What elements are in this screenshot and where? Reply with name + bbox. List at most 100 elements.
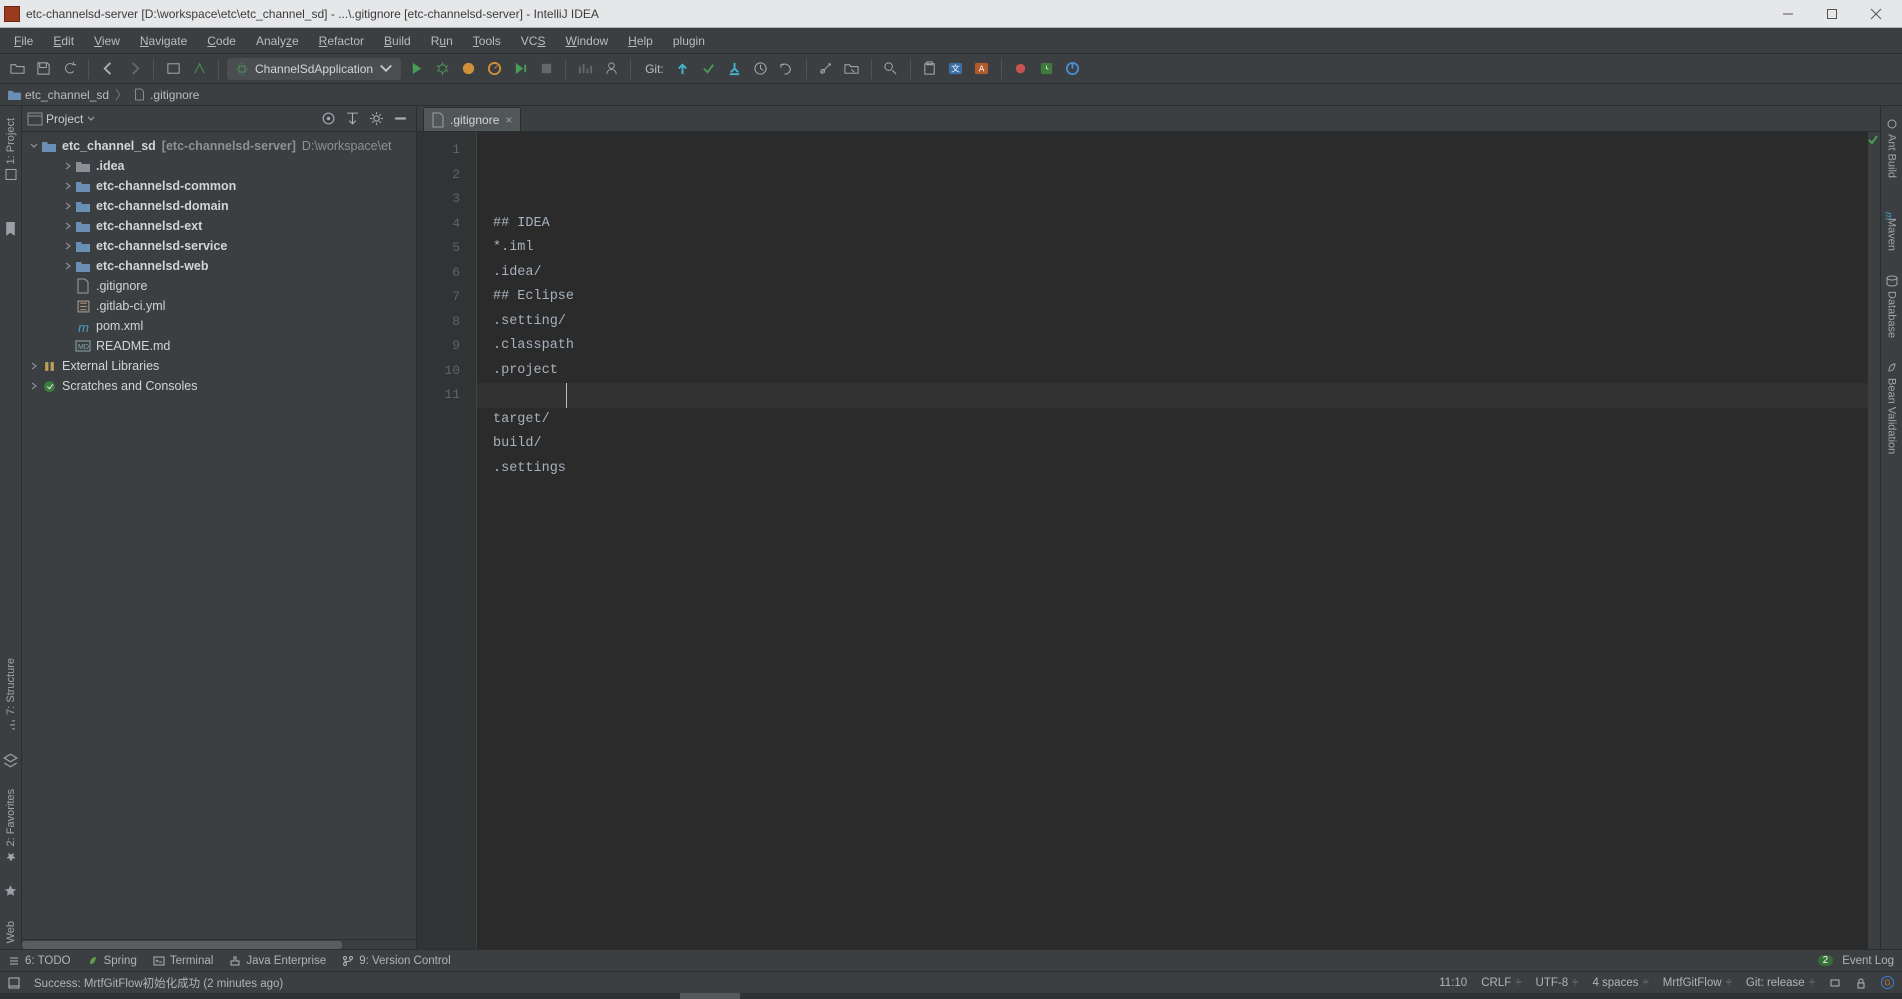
layers-icon[interactable]	[0, 749, 22, 771]
tool-favorites[interactable]: 2: Favorites	[3, 783, 19, 868]
bookmark-icon[interactable]	[0, 218, 22, 240]
chevron-right-icon[interactable]	[62, 200, 74, 212]
tool-project[interactable]: 1: Project	[3, 112, 19, 186]
lock-icon[interactable]	[1855, 977, 1867, 989]
breadcrumb-root[interactable]: etc_channel_sd	[8, 88, 109, 102]
stop-icon[interactable]	[535, 58, 557, 80]
editor-body[interactable]: 1234567891011 ## IDEA*.iml.idea/## Eclip…	[417, 132, 1880, 949]
window-minimize-button[interactable]	[1766, 0, 1810, 27]
git-update-icon[interactable]	[672, 58, 694, 80]
tool-java-enterprise[interactable]: Java Enterprise	[229, 955, 326, 967]
tree-item[interactable]: External Libraries	[22, 356, 416, 376]
chevron-right-icon[interactable]	[62, 180, 74, 192]
menu-plugin[interactable]: plugin	[665, 31, 713, 51]
menu-vcs[interactable]: VCS	[513, 31, 554, 51]
chevron-down-icon[interactable]	[28, 140, 40, 152]
status-plugin[interactable]: MrtfGitFlow ÷	[1663, 977, 1732, 989]
line-gutter[interactable]: 1234567891011	[417, 132, 477, 949]
menu-refactor[interactable]: Refactor	[311, 31, 372, 51]
goland-icon[interactable]: G	[1881, 976, 1894, 989]
editor-tab-gitignore[interactable]: .gitignore ×	[423, 107, 521, 131]
tree-item[interactable]: etc-channelsd-web	[22, 256, 416, 276]
tree-item[interactable]: .gitlab-ci.yml	[22, 296, 416, 316]
menu-run[interactable]: Run	[423, 31, 461, 51]
translate-icon-1[interactable]: 文	[945, 58, 967, 80]
menu-edit[interactable]: Edit	[45, 31, 82, 51]
code-area[interactable]: ## IDEA*.iml.idea/## Eclipse.setting/.cl…	[477, 132, 1868, 949]
search-icon[interactable]	[880, 58, 902, 80]
debug-icon[interactable]	[431, 58, 453, 80]
tool-database[interactable]: Database	[1884, 269, 1900, 344]
attach-icon[interactable]	[600, 58, 622, 80]
tree-item[interactable]: MDREADME.md	[22, 336, 416, 356]
project-panel-title[interactable]: Project	[46, 112, 83, 126]
tree-item[interactable]: etc-channelsd-common	[22, 176, 416, 196]
menu-build[interactable]: Build	[376, 31, 419, 51]
menu-tools[interactable]: Tools	[465, 31, 509, 51]
close-icon[interactable]: ×	[505, 113, 512, 127]
menu-view[interactable]: View	[86, 31, 128, 51]
tree-item[interactable]: etc-channelsd-ext	[22, 216, 416, 236]
status-indent[interactable]: 4 spaces ÷	[1592, 977, 1648, 989]
memory-indicator-icon[interactable]	[1829, 977, 1841, 989]
statusbar-toggle-icon[interactable]	[8, 977, 20, 989]
tool-event-log[interactable]: 2 Event Log	[1818, 955, 1894, 967]
gear-icon[interactable]	[366, 109, 386, 129]
tool-terminal[interactable]: Terminal	[153, 955, 213, 967]
tool-structure[interactable]: 7: Structure	[3, 652, 19, 737]
tree-root[interactable]: etc_channel_sd[etc-channelsd-server]D:\w…	[22, 136, 416, 156]
menu-code[interactable]: Code	[199, 31, 244, 51]
status-caret-position[interactable]: 11:10	[1439, 977, 1467, 989]
window-maximize-button[interactable]	[1810, 0, 1854, 27]
open-icon[interactable]	[6, 58, 28, 80]
git-history-icon[interactable]	[750, 58, 772, 80]
menu-analyze[interactable]: Analyze	[248, 31, 307, 51]
hide-icon[interactable]	[390, 109, 410, 129]
tool-spring[interactable]: Spring	[87, 955, 137, 967]
status-git-branch[interactable]: Git: release ÷	[1746, 977, 1815, 989]
build-icon[interactable]	[188, 58, 210, 80]
power-icon[interactable]	[1062, 58, 1084, 80]
chevron-right-icon[interactable]	[28, 360, 40, 372]
save-icon[interactable]	[32, 58, 54, 80]
back-icon[interactable]	[97, 58, 119, 80]
menu-help[interactable]: Help	[620, 31, 661, 51]
run-icon[interactable]	[405, 58, 427, 80]
chevron-right-icon[interactable]	[62, 220, 74, 232]
menu-file[interactable]: File	[6, 31, 41, 51]
status-encoding[interactable]: UTF-8 ÷	[1536, 977, 1579, 989]
tree-item[interactable]: etc-channelsd-service	[22, 236, 416, 256]
record-icon[interactable]	[1010, 58, 1032, 80]
profile-icon[interactable]	[483, 58, 505, 80]
menu-window[interactable]: Window	[557, 31, 616, 51]
tool-todo[interactable]: 6: TODO	[8, 955, 71, 967]
breadcrumb-file[interactable]: .gitignore	[133, 88, 199, 102]
tool-ant[interactable]: Ant Build	[1884, 112, 1900, 184]
tool-maven[interactable]: m Maven	[1884, 196, 1900, 257]
menu-navigate[interactable]: Navigate	[132, 31, 195, 51]
tree-item[interactable]: .gitignore	[22, 276, 416, 296]
tree-item[interactable]: Scratches and Consoles	[22, 376, 416, 396]
paste-icon[interactable]	[919, 58, 941, 80]
marker-strip[interactable]	[1868, 132, 1880, 949]
window-close-button[interactable]	[1854, 0, 1898, 27]
collapse-all-icon[interactable]	[342, 109, 362, 129]
status-line-separator[interactable]: CRLF ÷	[1481, 977, 1521, 989]
coverage-icon[interactable]	[457, 58, 479, 80]
sync-icon[interactable]	[58, 58, 80, 80]
forward-icon[interactable]	[123, 58, 145, 80]
chevron-right-icon[interactable]	[28, 380, 40, 392]
status-message[interactable]: Success: MrtfGitFlow初始化成功 (2 minutes ago…	[34, 975, 283, 991]
git-push-icon[interactable]	[724, 58, 746, 80]
tree-item[interactable]: .idea	[22, 156, 416, 176]
git-commit-icon[interactable]	[698, 58, 720, 80]
restart-icon[interactable]	[1036, 58, 1058, 80]
tool-web[interactable]: Web	[3, 915, 19, 949]
tree-item[interactable]: mpom.xml	[22, 316, 416, 336]
horizontal-scrollbar[interactable]	[22, 939, 416, 949]
tool-bean-validation[interactable]: Bean Validation	[1884, 356, 1900, 460]
star-filled-icon[interactable]	[0, 881, 22, 903]
translate-icon-2[interactable]: A	[971, 58, 993, 80]
locate-icon[interactable]	[318, 109, 338, 129]
project-structure-icon[interactable]	[841, 58, 863, 80]
